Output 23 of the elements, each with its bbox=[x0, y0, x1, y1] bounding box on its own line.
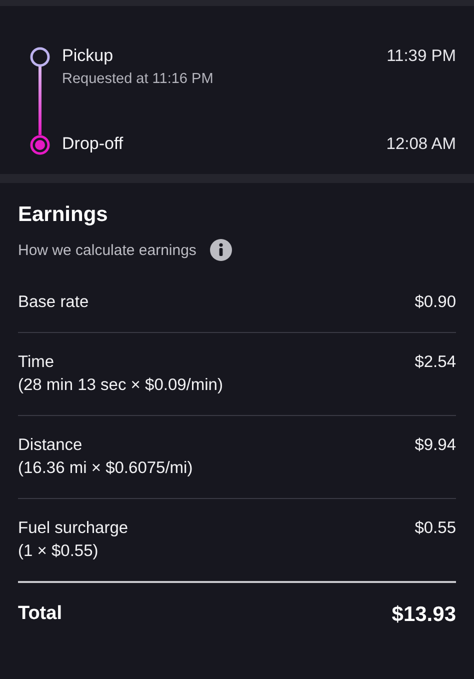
total-amount: $13.93 bbox=[392, 603, 456, 627]
earning-label: Base rate bbox=[18, 292, 89, 313]
earning-detail: (28 min 13 sec × $0.09/min) bbox=[18, 375, 223, 396]
info-link[interactable]: How we calculate earnings bbox=[18, 242, 196, 258]
earning-label: Time bbox=[18, 352, 56, 373]
earning-amount: $2.54 bbox=[414, 352, 456, 373]
earning-detail: (1 × $0.55) bbox=[18, 541, 100, 562]
earning-amount: $0.90 bbox=[414, 292, 456, 313]
earning-amount: $0.55 bbox=[414, 518, 456, 539]
stop-detail: Requested at 11:16 PM bbox=[62, 70, 214, 89]
stop-time: 12:08 AM bbox=[386, 134, 456, 154]
earning-amount: $9.94 bbox=[414, 435, 456, 456]
earning-label: Fuel surcharge bbox=[18, 518, 128, 539]
earnings-title: Earnings bbox=[18, 203, 109, 227]
pickup-circle-icon bbox=[29, 46, 51, 68]
dropoff-dot-icon bbox=[29, 134, 51, 156]
stop-label: Pickup bbox=[62, 46, 114, 66]
stop-label: Drop-off bbox=[62, 134, 124, 154]
total-label: Total bbox=[18, 603, 62, 626]
earning-label: Distance bbox=[18, 435, 84, 456]
info-icon[interactable] bbox=[210, 239, 232, 261]
earning-detail: (16.36 mi × $0.6075/mi) bbox=[18, 458, 193, 479]
stop-time: 11:39 PM bbox=[386, 46, 456, 66]
